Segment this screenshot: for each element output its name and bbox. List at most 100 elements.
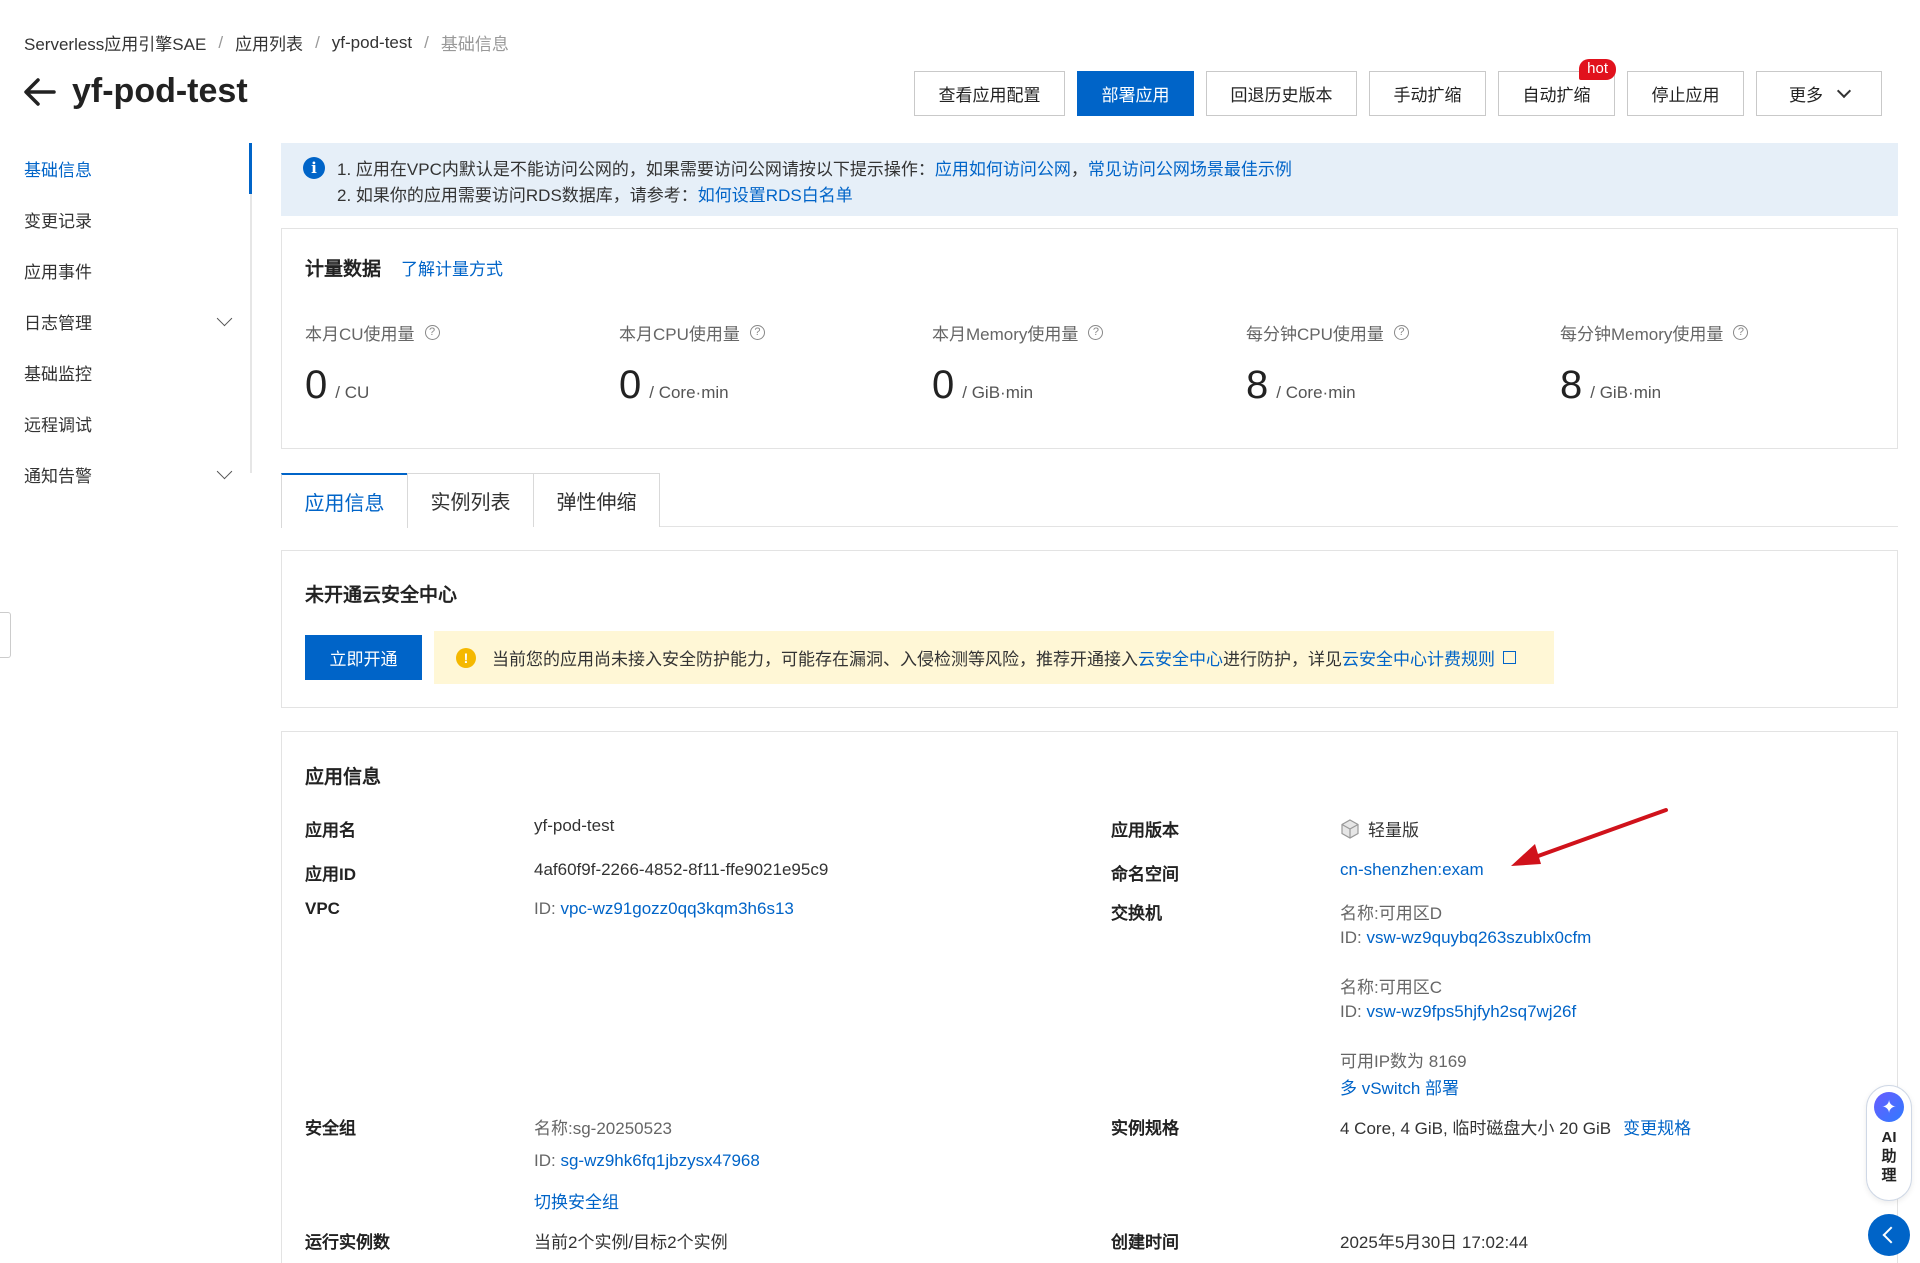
vpc-value: ID: vpc-wz91gozz0qq3kqm3h6s13 xyxy=(534,899,794,919)
running-instances-label: 运行实例数 xyxy=(305,1233,390,1252)
breadcrumb-app[interactable]: yf-pod-test xyxy=(332,33,412,53)
metric-minute-cpu: 每分钟CPU使用量? 8 / Core·min xyxy=(1246,320,1409,408)
sidebar-item-label: 基础监控 xyxy=(24,365,92,384)
help-icon[interactable]: ? xyxy=(424,325,440,340)
instance-spec-value: 4 Core, 4 GiB, 临时磁盘大小 20 GiB 变更规格 xyxy=(1340,1114,1691,1139)
banner-line-2: 2. 如果你的应用需要访问RDS数据库，请参考：如何设置RDS白名单 xyxy=(337,181,853,206)
more-dropdown[interactable]: 更多 xyxy=(1756,71,1882,116)
security-group-id: ID: sg-wz9hk6fq1jbzysx47968 xyxy=(534,1151,760,1171)
help-icon[interactable]: ? xyxy=(749,325,765,340)
action-toolbar: 查看应用配置 部署应用 回退历史版本 手动扩缩 自动扩缩 hot 停止应用 更多 xyxy=(914,59,1882,116)
metric-label: 本月Memory使用量 xyxy=(932,325,1079,344)
metric-unit: / GiB·min xyxy=(1590,383,1662,402)
help-icon[interactable]: ? xyxy=(1393,325,1409,340)
vswitch2-id-link[interactable]: vsw-wz9fps5hjfyh2sq7wj26f xyxy=(1366,1002,1576,1021)
app-id-value: 4af60f9f-2266-4852-8f11-ffe9021e95c9 xyxy=(534,860,829,879)
sidebar-item-label: 基础信息 xyxy=(24,161,92,180)
banner-text: 2. 如果你的应用需要访问RDS数据库，请参考： xyxy=(337,186,698,205)
sidebar-item-log-management[interactable]: 日志管理 xyxy=(0,296,250,347)
vswitch-id-prefix: ID: xyxy=(1340,928,1367,947)
annotation-arrow-icon xyxy=(1511,808,1668,866)
metric-month-cpu: 本月CPU使用量? 0 / Core·min xyxy=(619,320,765,408)
help-icon[interactable]: ? xyxy=(1088,325,1104,340)
sidebar-item-label: 通知告警 xyxy=(24,467,92,486)
metric-label: 本月CU使用量 xyxy=(305,325,415,344)
metric-value: 0 xyxy=(305,363,328,407)
metering-title: 计量数据 xyxy=(305,259,382,280)
metric-value: 8 xyxy=(1246,363,1269,407)
enable-security-button[interactable]: 立即开通 xyxy=(305,635,422,680)
created-time-value: 2025年5月30日 17:02:44 xyxy=(1340,1233,1529,1252)
back-arrow-icon[interactable] xyxy=(22,74,58,110)
manual-scale-button[interactable]: 手动扩缩 xyxy=(1369,71,1486,116)
version-value: 轻量版 xyxy=(1340,816,1419,841)
breadcrumb-separator: / xyxy=(424,32,429,52)
help-icon[interactable]: ? xyxy=(1733,325,1749,340)
auto-scale-button[interactable]: 自动扩缩 hot xyxy=(1498,59,1616,116)
security-title: 未开通云安全中心 xyxy=(305,585,458,606)
tab-elastic-scaling[interactable]: 弹性伸缩 xyxy=(533,473,660,527)
app-info-title: 应用信息 xyxy=(305,767,382,788)
breadcrumb-separator: / xyxy=(218,32,224,52)
vswitch1-id-link[interactable]: vsw-wz9quybq263szublx0cfm xyxy=(1366,928,1591,947)
rollback-button[interactable]: 回退历史版本 xyxy=(1206,71,1357,116)
rds-whitelist-link[interactable]: 如何设置RDS白名单 xyxy=(698,186,853,205)
security-center-link[interactable]: 云安全中心 xyxy=(1138,645,1223,670)
sidebar-item-remote-debug[interactable]: 远程调试 xyxy=(0,398,250,449)
metric-minute-memory: 每分钟Memory使用量? 8 / GiB·min xyxy=(1560,320,1749,408)
view-config-button[interactable]: 查看应用配置 xyxy=(914,71,1065,116)
deploy-button[interactable]: 部署应用 xyxy=(1077,71,1194,116)
chevron-down-icon xyxy=(216,463,233,480)
stop-app-button[interactable]: 停止应用 xyxy=(1627,71,1744,116)
best-practice-link[interactable]: 常见访问公网场景最佳示例 xyxy=(1088,160,1292,179)
metric-unit: / CU xyxy=(335,383,370,402)
sidebar-toggle-handle[interactable] xyxy=(0,612,11,658)
collapse-panel-button[interactable] xyxy=(1868,1214,1910,1256)
sidebar-item-basic-info[interactable]: 基础信息 xyxy=(0,143,252,194)
sparkle-icon: ✦ xyxy=(1874,1092,1904,1122)
more-label: 更多 xyxy=(1789,86,1823,105)
warning-text: 当前您的应用尚未接入安全防护能力，可能存在漏洞、入侵检测等风险，推荐开通接入 xyxy=(492,650,1138,669)
version-text: 轻量版 xyxy=(1368,821,1419,840)
metric-value: 0 xyxy=(932,363,955,407)
tab-app-info[interactable]: 应用信息 xyxy=(281,473,408,528)
switch-security-group-link[interactable]: 切换安全组 xyxy=(534,1188,619,1213)
sidebar-item-change-records[interactable]: 变更记录 xyxy=(0,194,250,245)
info-icon: i xyxy=(303,157,325,179)
billing-rules-link[interactable]: 云安全中心计费规则 xyxy=(1342,645,1495,670)
instance-spec-text: 4 Core, 4 GiB, 临时磁盘大小 20 GiB xyxy=(1340,1119,1612,1138)
security-group-id-link[interactable]: sg-wz9hk6fq1jbzysx47968 xyxy=(560,1151,759,1170)
namespace-link[interactable]: cn-shenzhen:exam xyxy=(1340,860,1484,880)
security-group-name: 名称:sg-20250523 xyxy=(534,1119,672,1138)
tab-instance-list[interactable]: 实例列表 xyxy=(407,473,534,527)
vswitch2-name: 名称:可用区C xyxy=(1340,978,1442,997)
ai-assistant-button[interactable]: ✦ AI助理 xyxy=(1866,1085,1912,1201)
sidebar: 基础信息 变更记录 应用事件 日志管理 基础监控 远程调试 通知告警 xyxy=(0,143,252,486)
metric-label: 每分钟Memory使用量 xyxy=(1560,325,1724,344)
sidebar-item-alerts[interactable]: 通知告警 xyxy=(0,449,250,500)
available-ip-count: 可用IP数为 8169 xyxy=(1340,1052,1467,1071)
chevron-down-icon xyxy=(216,310,233,327)
chevron-down-icon xyxy=(1836,83,1852,98)
sidebar-item-label: 变更记录 xyxy=(24,212,92,231)
instance-spec-label: 实例规格 xyxy=(1111,1119,1179,1138)
sidebar-item-monitoring[interactable]: 基础监控 xyxy=(0,347,250,398)
breadcrumb-sae[interactable]: Serverless应用引擎SAE xyxy=(24,30,206,55)
version-label: 应用版本 xyxy=(1111,821,1179,840)
metric-unit: / Core·min xyxy=(649,383,729,402)
change-spec-link[interactable]: 变更规格 xyxy=(1623,1119,1691,1138)
vpc-id-link[interactable]: vpc-wz91gozz0qq3kqm3h6s13 xyxy=(560,899,793,918)
ai-assistant-label: AI助理 xyxy=(1881,1129,1897,1184)
learn-metering-link[interactable]: 了解计量方式 xyxy=(401,255,503,280)
detail-tabs: 应用信息 实例列表 弹性伸缩 xyxy=(281,473,1898,528)
cube-icon xyxy=(1341,818,1359,839)
page-header: yf-pod-test xyxy=(22,72,248,111)
public-access-link[interactable]: 应用如何访问公网 xyxy=(935,160,1071,179)
vswitch-label: 交换机 xyxy=(1111,904,1162,923)
multi-vswitch-link[interactable]: 多 vSwitch 部署 xyxy=(1340,1074,1459,1099)
external-link-icon[interactable] xyxy=(1503,651,1516,664)
breadcrumb-app-list[interactable]: 应用列表 xyxy=(235,30,303,55)
auto-scale-label: 自动扩缩 xyxy=(1522,86,1591,105)
sidebar-item-app-events[interactable]: 应用事件 xyxy=(0,245,250,296)
vswitch1-name: 名称:可用区D xyxy=(1340,904,1442,923)
